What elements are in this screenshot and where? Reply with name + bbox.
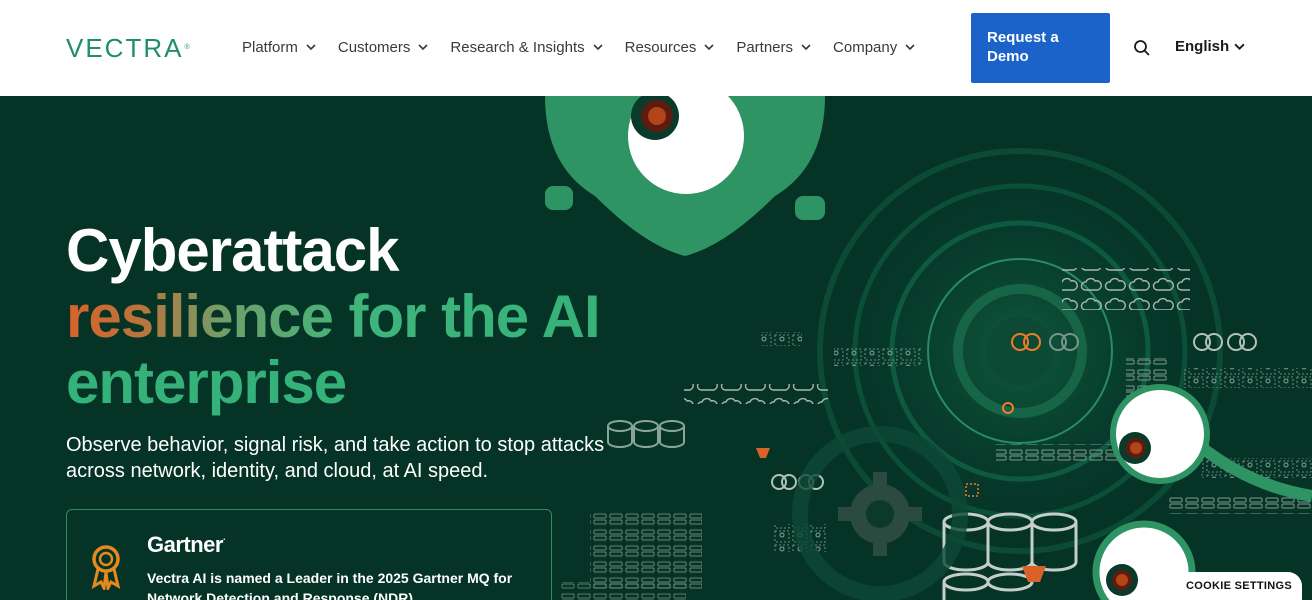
vectra-logo[interactable]: VECTRA® <box>66 33 190 63</box>
people-grid <box>834 348 922 366</box>
site-header: VECTRA® Platform Customers Research & In… <box>0 0 1312 96</box>
chevron-down-icon <box>801 44 811 51</box>
headline-line-3: enterprise <box>66 349 347 416</box>
people-grid <box>760 332 802 346</box>
cloud-row <box>684 384 828 404</box>
attacker-icon <box>756 448 770 458</box>
nav-item-platform[interactable]: Platform <box>242 37 316 57</box>
request-demo-button[interactable]: Request a Demo <box>971 13 1110 83</box>
search-icon[interactable] <box>1133 39 1151 57</box>
nav-item-customers[interactable]: Customers <box>338 37 429 57</box>
chevron-down-icon <box>418 44 428 51</box>
language-selector[interactable]: English <box>1175 38 1245 55</box>
cookie-settings-button[interactable]: COOKIE SETTINGS <box>1176 572 1302 600</box>
headline-line-1: Cyberattack <box>66 217 400 284</box>
nav-item-label: Company <box>833 38 898 56</box>
hero-subtitle: Observe behavior, signal risk, and take … <box>66 434 605 482</box>
logo-text: VECTRA <box>66 33 184 63</box>
nav-item-label: Partners <box>736 38 794 56</box>
database-grid <box>560 582 686 600</box>
hero-section: Cyberattack resilience for the AI enterp… <box>0 96 1312 600</box>
people-grid <box>1184 368 1312 388</box>
gartner-logo-text: Gartner <box>147 532 223 557</box>
chevron-down-icon <box>905 44 915 51</box>
chevron-down-icon <box>1234 43 1245 51</box>
nav-item-label: Research & Insights <box>450 38 585 56</box>
nav-item-resources[interactable]: Resources <box>625 37 715 57</box>
database-grid <box>590 510 702 592</box>
gartner-logo: Gartner. <box>147 532 226 558</box>
main-nav: Platform Customers Research & Insights R… <box>242 37 937 57</box>
chevron-down-icon <box>306 44 316 51</box>
chevron-down-icon <box>593 44 603 51</box>
nav-item-label: Platform <box>242 38 298 56</box>
chevron-down-icon <box>704 44 714 51</box>
database-grid <box>1168 496 1312 514</box>
award-ribbon-icon <box>91 545 121 590</box>
hero-headline: Cyberattack resilience for the AI enterp… <box>66 217 601 416</box>
cloud-grid <box>1062 268 1190 310</box>
nav-item-partners[interactable]: Partners <box>736 37 811 57</box>
nav-item-company[interactable]: Company <box>833 37 915 57</box>
nav-item-label: Resources <box>624 38 697 56</box>
attacker-icon <box>1022 566 1046 582</box>
headline-line-2: resilience for the AI <box>66 283 601 350</box>
gartner-award-card[interactable]: Gartner. Vectra AI is named a Leader in … <box>66 509 552 600</box>
nav-item-research-insights[interactable]: Research & Insights <box>450 37 603 57</box>
nav-item-label: Customers <box>337 38 411 56</box>
gartner-logo-mark: . <box>222 532 226 542</box>
award-text: Vectra AI is named a Leader in the 2025 … <box>147 570 513 600</box>
language-label: English <box>1175 38 1230 55</box>
logo-registered-mark: ® <box>184 44 190 51</box>
